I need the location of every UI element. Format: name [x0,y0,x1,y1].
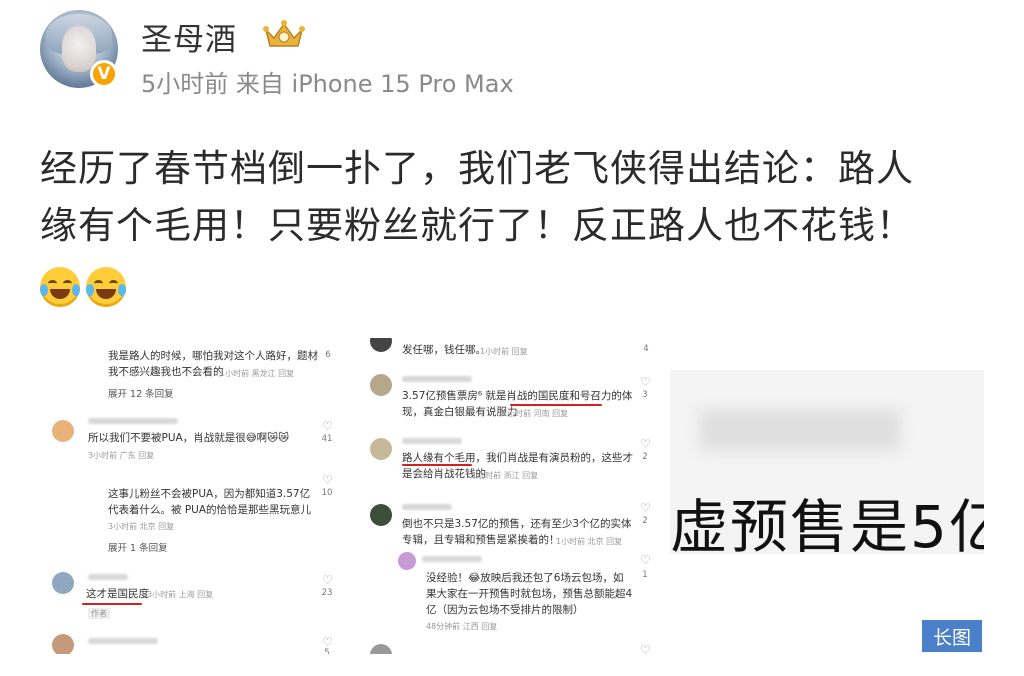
emoji-eye [63,280,72,287]
laughing-tears-emoji-icon [86,267,126,307]
comment-text: 3.57亿预售票房⁶ 就是肖战的国民度和号召力的体 [402,390,633,402]
emoji-eye [109,280,118,287]
attached-image-3[interactable]: 虚预售是5亿 [670,370,984,554]
commenter-avatar [370,504,392,526]
heart-icon: ♡ [640,501,651,515]
like-count: 23 [321,588,333,598]
comment-text: 代表着什么。被 PUA的恰恰是那些黑玩意儿 [108,504,312,516]
comment-time: 1小时前 浙江 回复 [472,471,539,480]
comment-text: 倒也不只是3.57亿的预售，还有至少3个亿的实体 [402,518,632,530]
comment-text: 这才是国民度 [86,588,149,600]
comment-text: 专辑，且专辑和预售是紧挨着的！ [402,534,560,546]
heart-icon: ♡ [322,635,333,649]
emoji-eye [94,280,103,287]
like-count: 10 [321,488,333,498]
laughing-tears-emoji-icon [40,267,80,307]
emoji-mouth [50,289,70,299]
post-text: 经历了春节档倒一扑了，我们老飞侠得出结论：路人 缘有个毛用！只要粉丝就行了！反正… [40,140,990,254]
blurred-username [88,638,158,644]
like-count: 4 [643,344,649,354]
comment-time: 3小时前 上海 回复 [147,590,214,599]
attached-image-1[interactable]: 我是路人的时候，哪怕我对这个人路好，题材 我不感兴趣我也不会看的 1小时前 黑龙… [40,338,350,654]
emoji-tear [40,284,48,296]
comment-time: 1小时前 黑龙江 回复 [220,369,295,378]
heart-icon: ♡ [640,553,651,567]
comment-text: 亿（因为云包场不受排片的限制） [426,604,584,616]
like-count: 41 [321,434,333,444]
like-count: 6 [325,350,331,360]
heart-icon: ♡ [322,419,333,433]
blurred-username [88,574,128,580]
like-count: 1 [642,570,648,580]
commenter-avatar [370,438,392,460]
heart-icon: ♡ [640,437,651,451]
verified-badge-icon: V [90,60,118,88]
emoji-mouth [96,289,116,299]
comment-time: 3小时前 北京 回复 [108,522,175,531]
like-count: 5 [324,648,330,654]
blurred-username [402,438,462,444]
emoji-eye [48,280,57,287]
blurred-username [422,556,482,562]
commenter-avatar [52,634,74,654]
avatar-face [62,26,96,72]
red-underline [510,404,602,406]
comment-text: 果大家在一开预售时就包场，预售总额能超4 [426,588,633,600]
emoji-tear [118,284,126,296]
heart-icon: ♡ [640,375,651,389]
post-meta: 5小时前 来自 iPhone 15 Pro Max [141,70,514,98]
comment-text: 我是路人的时候，哪怕我对这个人路好，题材 [108,350,318,362]
comment-time: 1小时前 北京 回复 [556,537,623,546]
heart-icon: ♡ [322,573,333,587]
comment-text: 现，真金白银最有说服力 [402,406,518,418]
commenter-avatar [370,644,392,654]
comment-time: 3小时前 广东 回复 [88,451,155,460]
like-count: 2 [642,452,648,462]
author-tag: 作者 [88,608,110,619]
blurred-region [700,410,900,450]
crown-badge-icon [263,20,305,47]
expand-replies: 展开 12 条回复 [108,389,174,400]
comment-text: 这事儿粉丝不会被PUA，因为都知道3.57亿 [108,488,311,500]
comment-text: 我不感兴趣我也不会看的 [108,366,224,378]
heart-icon: ♡ [640,643,651,654]
red-underline [82,603,142,605]
comment-text: 没经验！😂放映后我还包了6场云包场，如 [426,572,624,584]
like-count: 3 [642,390,648,400]
commenter-avatar [370,338,392,352]
comment-time: 1小时前 河南 回复 [502,409,569,418]
post-text-line-2: 缘有个毛用！只要粉丝就行了！反正路人也不花钱！ [40,204,914,247]
blurred-username [402,504,452,510]
expand-replies: 展开 1 条回复 [108,543,168,554]
heart-icon: ♡ [322,473,333,487]
comment-time: 48分钟前 江西 回复 [426,622,498,631]
like-count: 2 [642,516,648,526]
emoji-tear [86,284,94,296]
commenter-avatar [370,374,392,396]
commenter-avatar [52,420,74,442]
large-caption-text: 虚预售是5亿 [670,493,984,554]
username[interactable]: 圣母酒 [141,14,237,59]
comment-text: 发任哪，钱任哪。 [402,344,486,356]
long-image-badge[interactable]: 长图 [922,620,982,652]
comment-time: 1小时前 回复 [480,347,528,356]
emoji-row [40,267,126,307]
commenter-avatar [398,552,416,570]
blurred-username [88,418,178,424]
emoji-tear [72,284,80,296]
attached-image-2[interactable]: 发任哪，钱任哪。 1小时前 回复 4 3.57亿预售票房⁶ 就是肖战的国民度和号… [360,338,660,654]
post-text-line-1: 经历了春节档倒一扑了，我们老飞侠得出结论：路人 [40,147,914,190]
commenter-avatar [52,572,74,594]
blurred-username [402,376,472,382]
comment-text: 所以我们不要被PUA，肖战就是很😅啊😿😿 [88,432,290,444]
